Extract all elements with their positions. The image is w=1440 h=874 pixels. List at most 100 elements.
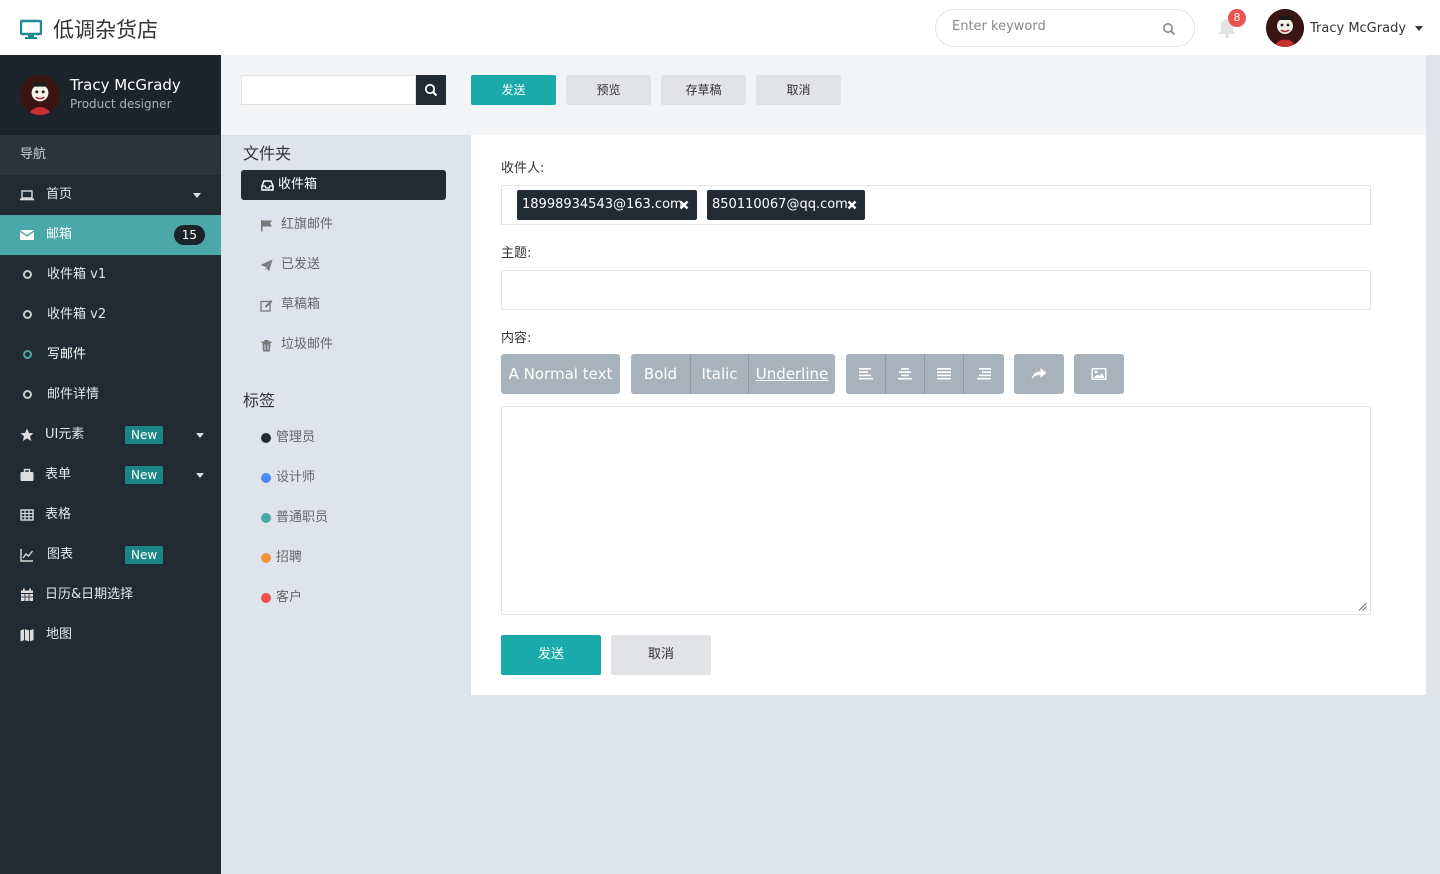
tag-label: 管理员 <box>276 430 316 445</box>
sidebar-item-calendar[interactable]: 日历&日期选择 <box>0 575 221 615</box>
compose-panel: 收件人: 18998934543@163.com 850110067@qq.co… <box>471 135 1426 695</box>
sidebar-item-charts[interactable]: 图表 New <box>0 535 221 575</box>
sidebar-item-tables[interactable]: 表格 <box>0 495 221 535</box>
sidebar-subitem-label: 收件箱 v2 <box>47 307 107 322</box>
new-badge: New <box>125 426 164 444</box>
tag-label: 普通职员 <box>276 510 329 525</box>
folder-inbox[interactable]: 收件箱 <box>241 170 446 200</box>
tag-dot-icon <box>261 513 271 523</box>
new-badge: New <box>125 466 164 484</box>
brand[interactable]: 低调杂货店 <box>20 14 158 44</box>
sidebar-item-forms[interactable]: 表单 New <box>0 455 221 495</box>
sidebar: Tracy McGrady Product designer 导航 首页 邮箱 … <box>0 55 221 874</box>
envelope-icon <box>20 230 34 240</box>
cancel-button[interactable]: 取消 <box>611 635 711 675</box>
align-center-icon <box>898 368 912 380</box>
close-icon[interactable] <box>679 200 689 210</box>
mail-search-input[interactable] <box>241 75 416 105</box>
desktop-icon <box>20 19 42 39</box>
send-button[interactable]: 发送 <box>501 635 601 675</box>
tag-admin[interactable]: 管理员 <box>261 423 315 453</box>
align-center-button[interactable] <box>886 354 925 394</box>
sidebar-item-label: 首页 <box>46 187 73 202</box>
align-justify-button[interactable] <box>925 354 964 394</box>
star-icon <box>20 428 34 441</box>
paper-plane-icon <box>260 259 273 272</box>
align-justify-icon <box>937 368 951 380</box>
share-link-button[interactable] <box>1014 354 1064 394</box>
image-button-group <box>1074 354 1124 394</box>
folder-sent[interactable]: 已发送 <box>241 250 446 280</box>
toolbar-cancel-button[interactable]: 取消 <box>756 75 841 105</box>
tag-designer[interactable]: 设计师 <box>261 463 315 493</box>
to-label: 收件人: <box>501 161 545 176</box>
text-style-dropdown[interactable]: A Normal text <box>501 354 620 394</box>
notification-badge: 8 <box>1228 9 1246 27</box>
folder-label: 草稿箱 <box>281 297 321 312</box>
align-button-group <box>846 354 1004 394</box>
user-name: Tracy McGrady <box>1310 20 1407 36</box>
sidebar-nav: 首页 邮箱 15 收件箱 v1 收件箱 v2 写邮件 邮件详情 UI元素 New… <box>0 175 221 655</box>
inbox-icon <box>261 180 274 191</box>
italic-button[interactable]: Italic <box>691 354 749 394</box>
mail-search-button[interactable] <box>416 75 446 105</box>
tag-recruiting[interactable]: 招聘 <box>261 543 302 573</box>
toolbar-send-button[interactable]: 发送 <box>471 75 556 105</box>
folder-flagged[interactable]: 红旗邮件 <box>241 210 446 240</box>
edit-icon <box>260 300 273 312</box>
sidebar-item-ui-elements[interactable]: UI元素 New <box>0 415 221 455</box>
header-search-input[interactable] <box>952 19 1152 34</box>
sidebar-item-mailbox[interactable]: 邮箱 15 <box>0 215 221 255</box>
recipient-chip[interactable]: 850110067@qq.com <box>707 190 865 220</box>
circle-icon <box>23 310 32 319</box>
subject-label: 主题: <box>501 246 532 261</box>
folder-label: 已发送 <box>281 257 321 272</box>
tag-dot-icon <box>261 553 271 563</box>
toolbar-save-draft-button[interactable]: 存草稿 <box>661 75 746 105</box>
nav-header: 导航 <box>0 135 221 175</box>
mail-toolbar: 发送 预览 存草稿 取消 <box>221 55 1426 135</box>
folder-panel: 文件夹 收件箱 红旗邮件 已发送 草稿箱 垃圾邮件 标签 管理员 设计师 普通职… <box>221 135 471 874</box>
sidebar-item-label: 图表 <box>47 547 74 562</box>
recipient-chip[interactable]: 18998934543@163.com <box>517 190 697 220</box>
sidebar-subitem-inbox-v1[interactable]: 收件箱 v1 <box>0 255 221 295</box>
trash-icon <box>261 340 272 352</box>
header-search[interactable] <box>935 9 1195 47</box>
sidebar-subitem-mail-detail[interactable]: 邮件详情 <box>0 375 221 415</box>
search-icon[interactable] <box>1162 22 1176 36</box>
close-icon[interactable] <box>847 200 857 210</box>
chevron-down-icon <box>193 193 201 198</box>
sidebar-profile[interactable]: Tracy McGrady Product designer <box>0 55 221 135</box>
laptop-icon <box>20 190 34 201</box>
briefcase-icon <box>20 468 34 481</box>
chevron-down-icon <box>1415 25 1424 31</box>
align-right-button[interactable] <box>964 354 1004 394</box>
user-menu[interactable]: Tracy McGrady <box>1266 9 1424 47</box>
resize-handle-icon[interactable] <box>1358 602 1367 611</box>
sidebar-item-map[interactable]: 地图 <box>0 615 221 655</box>
sidebar-item-label: 表格 <box>45 507 72 522</box>
sidebar-item-home[interactable]: 首页 <box>0 175 221 215</box>
sidebar-subitem-compose[interactable]: 写邮件 <box>0 335 221 375</box>
tag-label: 客户 <box>276 590 303 605</box>
tag-dot-icon <box>261 593 271 603</box>
underline-button[interactable]: Underline <box>749 354 835 394</box>
sidebar-item-label: 邮箱 <box>46 227 73 242</box>
tag-staff[interactable]: 普通职员 <box>261 503 328 533</box>
message-editor[interactable] <box>501 406 1371 615</box>
bold-button[interactable]: Bold <box>631 354 691 394</box>
folder-drafts[interactable]: 草稿箱 <box>241 290 446 320</box>
align-left-button[interactable] <box>846 354 886 394</box>
sidebar-subitem-inbox-v2[interactable]: 收件箱 v2 <box>0 295 221 335</box>
tag-customer[interactable]: 客户 <box>261 583 302 613</box>
sidebar-subitem-label: 邮件详情 <box>47 387 100 402</box>
subject-input[interactable] <box>501 270 1371 310</box>
chevron-down-icon <box>196 433 204 438</box>
tag-label: 招聘 <box>276 550 303 565</box>
toolbar-preview-button[interactable]: 预览 <box>566 75 651 105</box>
flag-icon <box>261 220 272 232</box>
folders-title: 文件夹 <box>243 144 292 163</box>
recipients-field[interactable]: 18998934543@163.com 850110067@qq.com <box>501 185 1371 225</box>
insert-image-button[interactable] <box>1074 354 1124 394</box>
folder-trash[interactable]: 垃圾邮件 <box>241 330 446 360</box>
